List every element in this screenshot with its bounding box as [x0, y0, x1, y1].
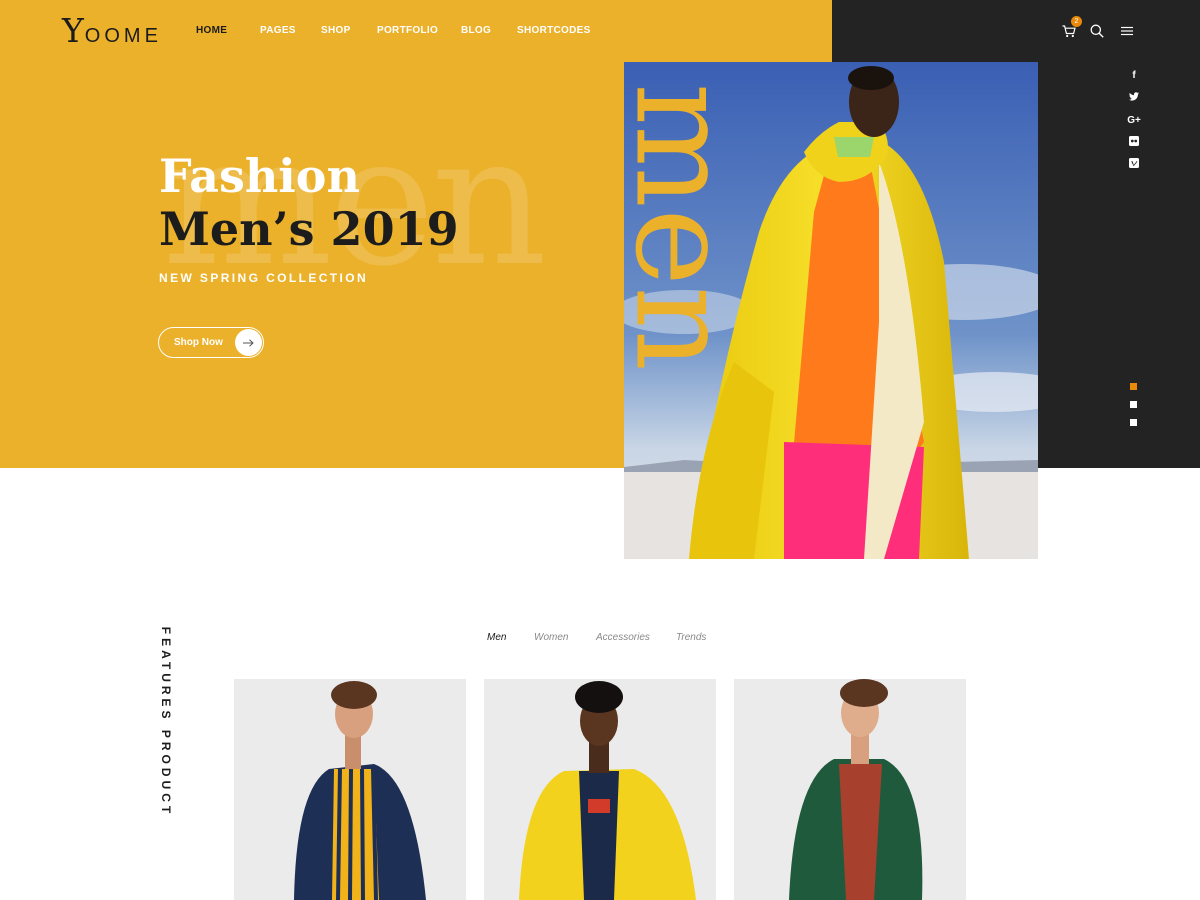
hero-subtitle: NEW SPRING COLLECTION [159, 271, 369, 285]
tab-women[interactable]: Women [534, 632, 568, 643]
nav-pages[interactable]: PAGES [260, 25, 296, 36]
nav-home[interactable]: HOME [196, 25, 227, 36]
google-plus-icon[interactable]: G+ [1124, 113, 1144, 136]
slider-dot-1[interactable] [1130, 383, 1137, 390]
hero-vertical-word: men [612, 83, 732, 371]
menu-icon[interactable] [1116, 20, 1138, 42]
twitter-icon[interactable] [1124, 91, 1144, 114]
cart-count-badge: 2 [1071, 16, 1082, 27]
tab-trends[interactable]: Trends [676, 632, 706, 643]
logo-initial: Y [62, 11, 84, 50]
social-links: f G+ [1124, 68, 1144, 181]
product-card[interactable] [234, 679, 466, 900]
brand-logo[interactable]: Y OOME [62, 14, 162, 48]
product-card[interactable] [734, 679, 966, 900]
slider-dot-2[interactable] [1130, 401, 1137, 408]
header-actions: 2 [1058, 16, 1138, 42]
arrow-right-icon [235, 329, 262, 356]
hero-vertical-word-text: men [612, 83, 732, 371]
hero-title-line1: Fashion [159, 149, 360, 203]
nav-shop[interactable]: SHOP [321, 25, 351, 36]
product-image [234, 679, 466, 900]
nav-blog[interactable]: BLOG [461, 25, 491, 36]
shop-now-label: Shop Now [174, 337, 223, 348]
slider-pagination [1130, 383, 1138, 437]
tab-accessories[interactable]: Accessories [596, 632, 650, 643]
tab-men[interactable]: Men [487, 632, 506, 643]
search-icon[interactable] [1086, 20, 1108, 42]
flickr-icon[interactable] [1124, 135, 1144, 159]
product-card[interactable] [484, 679, 716, 900]
hero-title-line2: Men’s 2019 [159, 202, 459, 256]
logo-text: OOME [84, 25, 162, 47]
slider-dot-3[interactable] [1130, 419, 1137, 426]
nav-shortcodes[interactable]: SHORTCODES [517, 25, 591, 36]
cart-icon[interactable]: 2 [1058, 16, 1082, 42]
features-section-label: FEATURES PRODUCT [159, 626, 173, 818]
vimeo-icon[interactable] [1124, 158, 1144, 181]
facebook-icon[interactable]: f [1124, 68, 1144, 91]
shop-now-button[interactable]: Shop Now [158, 327, 264, 358]
nav-portfolio[interactable]: PORTFOLIO [377, 25, 438, 36]
product-image [484, 679, 716, 900]
product-image [734, 679, 966, 900]
